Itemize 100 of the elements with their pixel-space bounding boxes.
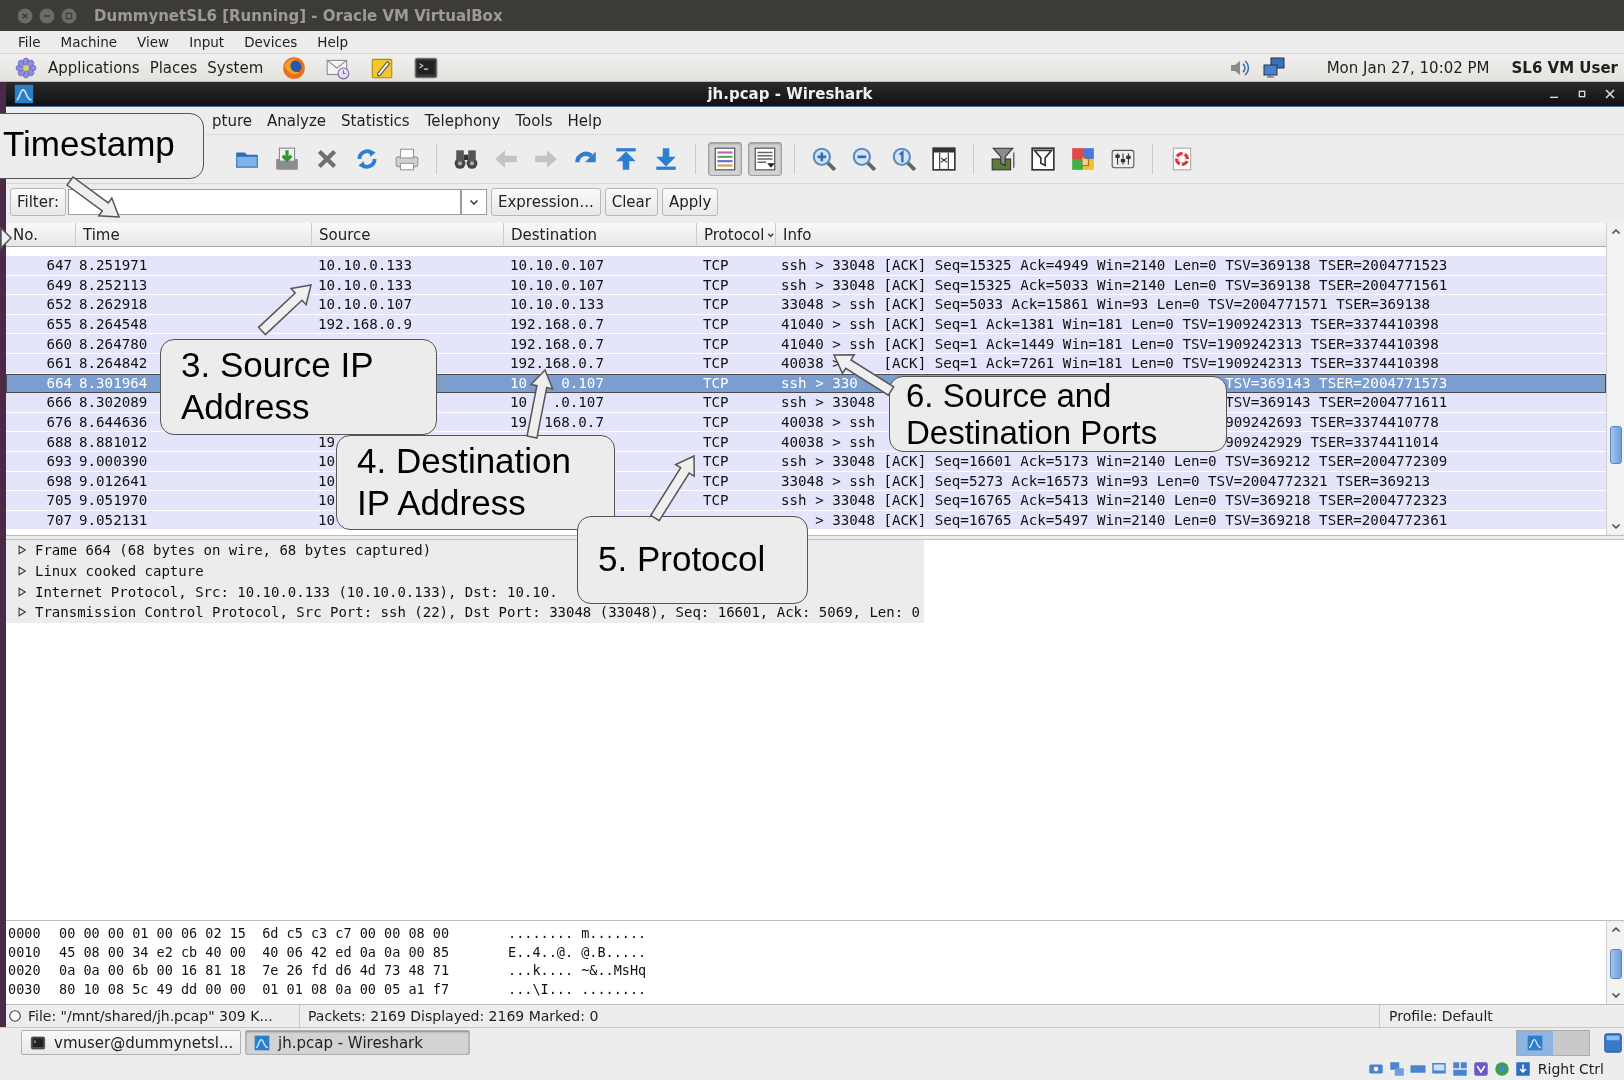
taskbar-button[interactable]: jh.pcap - Wireshark (245, 1030, 470, 1055)
table-cell: 707 (46, 512, 72, 528)
table-cell: 8.252113 (79, 276, 148, 293)
up-arrow-icon (613, 146, 639, 172)
status-text[interactable]: Profile: Default (1389, 1008, 1493, 1024)
menu-item[interactable]: Machine (50, 34, 128, 50)
status-icon[interactable] (1513, 1059, 1532, 1078)
expand-arrow-icon[interactable] (17, 566, 27, 577)
table-cell: 9.051970 (79, 492, 148, 509)
table-cell: 10 (510, 394, 528, 411)
tree-item[interactable]: Transmission Control Protocol, Src Port: ssh (22), Dst Port: 33048 (33048), Seq: 16601, Ack: 5069, Len: 0 (35, 604, 920, 621)
clock-text[interactable]: Mon Jan 27, 10:02 PM (1326, 58, 1490, 77)
funnel-icon (1030, 146, 1056, 172)
table-cell: 8.644636 (79, 414, 148, 431)
status-icon[interactable] (1471, 1059, 1490, 1078)
hex-bytes: 45 08 00 34 e2 cb 40 00 40 06 42 ed 0a 0a 00 85 (59, 943, 451, 960)
table-cell: 10.10.0.107 (318, 296, 412, 313)
table-cell: 661 (46, 355, 72, 372)
menu-item[interactable]: Telephony (417, 111, 509, 130)
table-cell: 9.000390 (79, 453, 148, 470)
menu-item[interactable]: Statistics (334, 111, 418, 130)
column-header[interactable]: Protocol (696, 223, 775, 246)
table-cell: 8.881012 (79, 433, 148, 450)
column-header[interactable]: Source (311, 223, 503, 246)
status-icon[interactable] (1492, 1059, 1511, 1078)
table-cell: 192.168.0.7 (510, 316, 604, 333)
column-header[interactable]: Time (75, 223, 311, 246)
table-cell: 192.168.0.9 (318, 316, 412, 333)
scrollbar-thumb[interactable] (1609, 949, 1622, 979)
desktop-icon[interactable] (1602, 1031, 1624, 1054)
packet-row[interactable]: 652 8.262918 10.10.0.107 10.10.0.133 TCP 33048 > ssh [ACK] Seq=5033 Ack=15861 Win=93 Len=0 TSV=2004771571 TSER=369138 (6, 295, 1606, 315)
column-header[interactable]: Destination (503, 223, 696, 246)
table-cell: TCP (703, 335, 729, 352)
menu-item[interactable]: pture (205, 111, 260, 130)
table-cell: 10.10.0.133 (318, 276, 412, 293)
scrollbar-thumb[interactable] (1609, 426, 1622, 464)
hex-offset: 0010 (7, 943, 42, 960)
table-cell: 192.168.0.7 (510, 335, 604, 352)
tree-item[interactable]: Internet Protocol, Src: 10.10.0.133 (10.10.0.133), Dst: 10.10. (35, 583, 558, 600)
table-cell: 40038 > ssh (781, 433, 875, 450)
status-icon[interactable] (1450, 1059, 1469, 1078)
column-header[interactable]: No. (6, 223, 75, 246)
table-cell-text: TSV=369143 TSER=2004771611 (1225, 394, 1449, 411)
window-title: jh.pcap - Wireshark (706, 85, 874, 103)
filter-action-button[interactable]: Expression... (490, 188, 601, 216)
zoom-out-icon (851, 146, 877, 172)
table-cell: 10 (318, 453, 336, 470)
menu-item[interactable]: Input (179, 34, 235, 50)
app-icon (1527, 1034, 1543, 1051)
expand-arrow-icon[interactable] (17, 545, 27, 556)
table-cell: 693 (46, 453, 72, 470)
filter-action-button[interactable]: Apply (661, 188, 719, 216)
autoscroll-button[interactable] (748, 142, 782, 176)
expand-arrow-icon[interactable] (17, 607, 27, 618)
menu-item[interactable]: View (127, 34, 180, 50)
table-cell: 8.301964 (79, 374, 148, 391)
tree-item[interactable]: Frame 664 (68 bytes on wire, 68 bytes captured) (35, 542, 432, 559)
table-cell: 676 (46, 414, 72, 431)
filter-field[interactable] (67, 189, 461, 215)
table-cell: 10 (510, 374, 528, 391)
menu-item[interactable]: Tools (508, 111, 561, 130)
colorize-button[interactable] (708, 142, 742, 176)
panel-menu[interactable]: Applications (48, 58, 140, 77)
hex-bytes: 80 10 08 5c 49 dd 00 00 01 01 08 0a 00 05 a1 f7 (59, 981, 451, 998)
colored-list-icon (712, 146, 738, 172)
menu-item[interactable]: Devices (234, 34, 308, 50)
expand-arrow-icon[interactable] (17, 586, 27, 597)
table-cell: 10.10.0.133 (318, 257, 412, 274)
tree-item[interactable]: Linux cooked capture (35, 563, 204, 580)
table-cell: 10.10.0.107 (510, 276, 604, 293)
panel-menu[interactable]: Places (149, 58, 198, 77)
app-icon (254, 1034, 270, 1051)
network-icon[interactable] (1260, 55, 1287, 80)
dropdown-button[interactable] (460, 189, 487, 215)
table-cell: 688 (46, 433, 72, 450)
packet-row[interactable]: 647 8.251971 10.10.0.133 10.10.0.107 TCP ssh > 33048 [ACK] Seq=15325 Ack=4949 Win=2140 Len=0 TSV=369138 TSER=2004771523 (6, 256, 1606, 276)
browser-icon[interactable] (281, 54, 308, 81)
panel-menu[interactable]: System (207, 58, 264, 77)
funnel-icon (990, 146, 1016, 172)
menu-item[interactable]: Help (560, 111, 610, 130)
table-cell: 652 (46, 296, 72, 313)
table-cell: 8.264780 (79, 335, 148, 352)
host-key-text: Right Ctrl (1537, 1060, 1604, 1077)
table-cell: 660 (46, 335, 72, 352)
callout-arrow (257, 284, 312, 336)
menu-item[interactable]: File (8, 34, 51, 50)
status-icon[interactable] (1387, 1059, 1406, 1078)
menu-item[interactable]: Help (307, 34, 359, 50)
table-cell: TCP (703, 296, 729, 313)
user-name[interactable]: SL6 VM User (1511, 58, 1618, 77)
filter-button[interactable]: Filter: (10, 188, 66, 216)
table-cell: 19 (318, 433, 336, 450)
window-title: DummynetSL6 [Running] - Oracle VM VirtualBox (94, 6, 503, 25)
workspace-button[interactable] (1517, 1030, 1553, 1055)
table-cell: 33048 > ssh [ACK] Seq=5033 Ack=15861 Win=93 Len=0 TSV=2004771571 TSER=369138 (781, 296, 1431, 313)
menu-item[interactable]: Analyze (260, 111, 335, 130)
table-cell: TCP (703, 276, 729, 293)
taskbar-button[interactable]: vmuser@dummynetsl... (21, 1030, 241, 1055)
table-cell-text: .0.107 (552, 394, 605, 411)
filter-action-button[interactable]: Clear (604, 188, 658, 216)
